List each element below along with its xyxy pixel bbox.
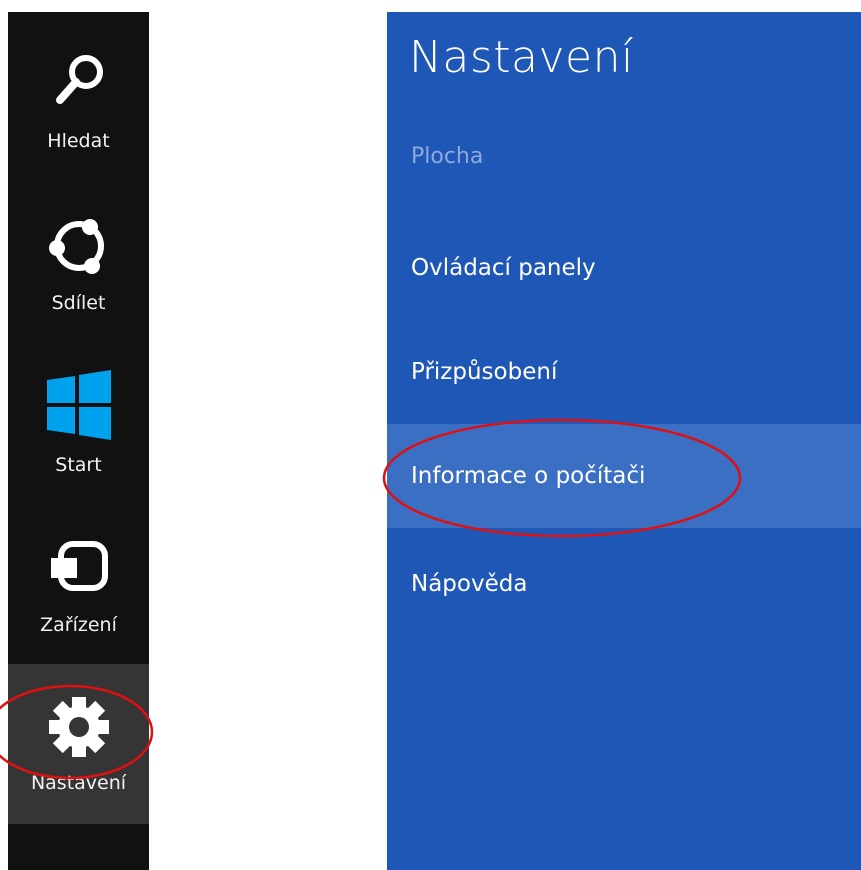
charm-devices[interactable]: Zařízení: [8, 492, 149, 652]
charm-label-settings: Nastavení: [30, 772, 127, 794]
charm-label-search: Hledat: [47, 130, 110, 152]
gear-icon: [8, 692, 149, 762]
devices-icon: [8, 538, 149, 594]
menu-item-personalization[interactable]: Přizpůsobení: [387, 320, 861, 424]
search-icon: [8, 50, 149, 110]
charm-label-share: Sdílet: [51, 292, 106, 314]
pane-title: Nastavení: [409, 32, 634, 83]
menu-item-pc-info[interactable]: Informace o počítači: [387, 424, 861, 528]
settings-pane: Nastavení Plocha Ovládací panely Přizpůs…: [387, 12, 861, 870]
charm-search[interactable]: Hledat: [8, 12, 149, 172]
charm-share[interactable]: Sdílet: [8, 172, 149, 332]
charm-settings[interactable]: Nastavení: [8, 664, 149, 824]
charm-start[interactable]: Start: [8, 332, 149, 492]
share-icon: [8, 214, 149, 278]
menu-item-control-panel[interactable]: Ovládací panely: [387, 216, 861, 320]
menu-item-help[interactable]: Nápověda: [387, 532, 861, 636]
charm-label-devices: Zařízení: [40, 614, 117, 636]
charm-label-start: Start: [55, 454, 102, 476]
pane-context-label: Plocha: [411, 144, 484, 169]
charms-bar: Hledat Sdílet Start Zařízení Nastavení: [8, 12, 149, 870]
windows-logo-icon: [8, 370, 149, 440]
